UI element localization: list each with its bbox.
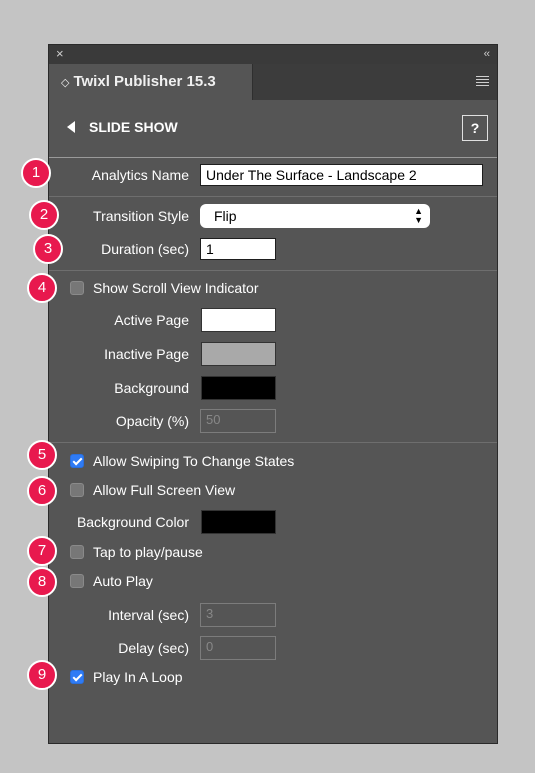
delay-input[interactable]: 0	[200, 636, 276, 660]
show-scroll-checkbox[interactable]	[70, 281, 84, 295]
tab-twixl-publisher[interactable]: ◇ Twixl Publisher 15.3	[49, 64, 253, 100]
divider	[49, 157, 497, 158]
auto-play-checkbox[interactable]	[70, 574, 84, 588]
analytics-name-label: Analytics Name	[91, 167, 189, 183]
annotation-badge-4: 4	[27, 273, 57, 303]
collapse-icon[interactable]: ‹‹	[484, 46, 490, 62]
active-page-color-swatch[interactable]	[201, 308, 276, 332]
back-arrow-icon[interactable]	[67, 121, 75, 133]
sort-arrows-icon: ◇	[61, 77, 70, 89]
annotation-badge-8: 8	[27, 567, 57, 597]
section-title: SLIDE SHOW	[89, 119, 178, 135]
divider	[49, 442, 497, 443]
play-loop-checkbox[interactable]	[70, 670, 84, 684]
allow-fullscreen-checkbox[interactable]	[70, 483, 84, 497]
panel-tab-row: ◇ Twixl Publisher 15.3	[49, 64, 497, 100]
background-color-label: Background Color	[76, 514, 189, 530]
interval-label: Interval (sec)	[108, 607, 189, 623]
select-arrows-icon: ▲ ▼	[414, 206, 423, 225]
annotation-badge-1: 1	[21, 158, 51, 188]
allow-swiping-checkbox[interactable]	[70, 454, 84, 468]
analytics-name-input[interactable]: Under The Surface - Landscape 2	[200, 164, 483, 186]
duration-input[interactable]: 1	[200, 238, 276, 260]
background-color-swatch-2[interactable]	[201, 510, 276, 534]
transition-style-value: Flip	[214, 208, 237, 224]
allow-fullscreen-label: Allow Full Screen View	[93, 482, 236, 498]
annotation-badge-7: 7	[27, 536, 57, 566]
panel-menu-icon[interactable]	[476, 76, 489, 88]
play-loop-label: Play In A Loop	[93, 669, 183, 685]
tap-play-checkbox[interactable]	[70, 545, 84, 559]
annotation-badge-6: 6	[27, 476, 57, 506]
twixl-publisher-panel: × ‹‹ ◇ Twixl Publisher 15.3 SLIDE SHOW ? …	[48, 44, 498, 744]
opacity-label: Opacity (%)	[115, 413, 189, 429]
transition-style-select[interactable]: Flip ▲ ▼	[200, 204, 430, 228]
inactive-page-color-swatch[interactable]	[201, 342, 276, 366]
tab-title: Twixl Publisher 15.3	[73, 73, 216, 90]
show-scroll-label: Show Scroll View Indicator	[93, 280, 259, 296]
active-page-label: Active Page	[114, 312, 189, 328]
annotation-badge-2: 2	[29, 200, 59, 230]
annotation-badge-9: 9	[27, 660, 57, 690]
interval-input[interactable]: 3	[200, 603, 276, 627]
duration-label: Duration (sec)	[101, 241, 189, 257]
background-color-swatch[interactable]	[201, 376, 276, 400]
help-button[interactable]: ?	[462, 115, 488, 141]
divider	[49, 196, 497, 197]
section-header: SLIDE SHOW ?	[49, 101, 497, 157]
annotation-badge-3: 3	[33, 234, 63, 264]
annotation-badge-5: 5	[27, 440, 57, 470]
tap-play-label: Tap to play/pause	[93, 544, 203, 560]
opacity-input[interactable]: 50	[200, 409, 276, 433]
background-label: Background	[114, 380, 189, 396]
allow-swiping-label: Allow Swiping To Change States	[93, 453, 295, 469]
close-icon[interactable]: ×	[56, 46, 64, 62]
panel-title-bar: × ‹‹	[49, 45, 497, 64]
inactive-page-label: Inactive Page	[104, 346, 189, 362]
transition-style-label: Transition Style	[93, 208, 189, 224]
delay-label: Delay (sec)	[118, 640, 189, 656]
auto-play-label: Auto Play	[93, 573, 153, 589]
divider	[49, 270, 497, 271]
